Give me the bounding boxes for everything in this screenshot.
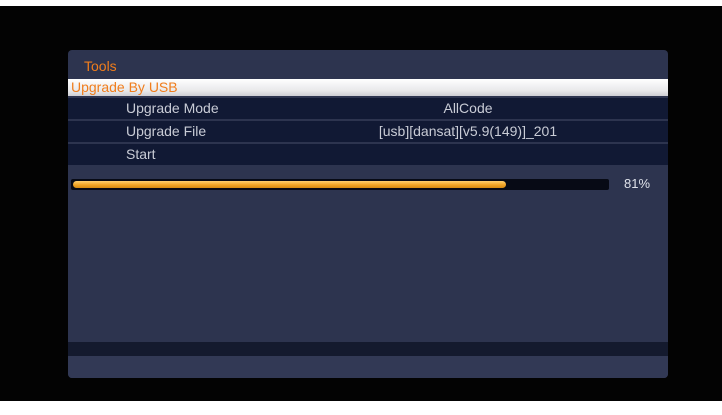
- help-bar: [68, 342, 668, 356]
- upgrade-mode-label: Upgrade Mode: [126, 100, 219, 116]
- upgrade-progress-bar: [71, 179, 609, 190]
- start-row[interactable]: Start: [68, 144, 668, 165]
- panel-title: Tools: [84, 58, 117, 74]
- upgrade-progress-fill: [73, 181, 506, 188]
- upgrade-mode-value: AllCode: [443, 100, 493, 116]
- footer-strip: [68, 356, 668, 378]
- upgrade-progress-percent: 81%: [624, 176, 651, 191]
- upgrade-by-usb-label: Upgrade By USB: [71, 79, 178, 95]
- upgrade-mode-row[interactable]: Upgrade Mode AllCode: [68, 98, 668, 119]
- upgrade-by-usb-header[interactable]: Upgrade By USB: [68, 79, 668, 96]
- upgrade-file-label: Upgrade File: [126, 123, 207, 139]
- tools-panel: Tools Upgrade By USB Upgrade Mode AllCod…: [68, 50, 668, 378]
- tv-screen: Tools Upgrade By USB Upgrade Mode AllCod…: [0, 6, 722, 401]
- start-label: Start: [126, 146, 156, 162]
- upgrade-file-value: [usb][dansat][v5.9(149)]_201: [378, 123, 558, 139]
- upgrade-file-row[interactable]: Upgrade File [usb][dansat][v5.9(149)]_20…: [68, 121, 668, 142]
